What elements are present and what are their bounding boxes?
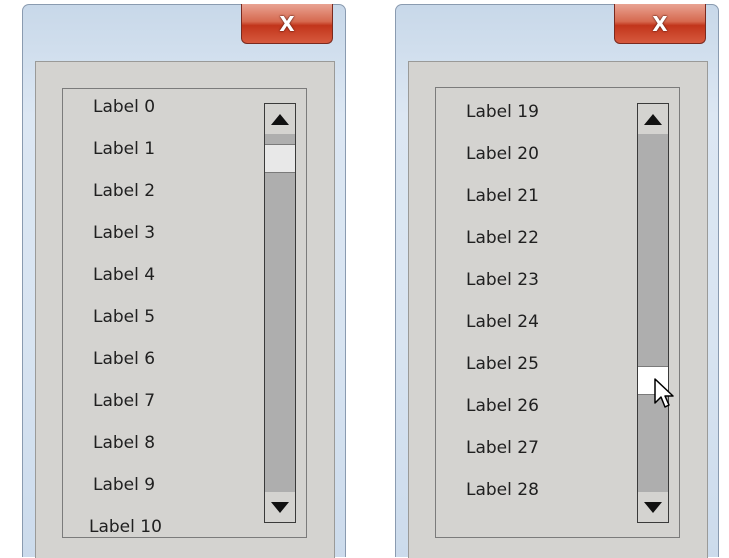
list-item: Label 8 [93, 433, 156, 453]
list-item: Label 28 [466, 480, 539, 500]
list-item: Label 5 [93, 307, 156, 327]
list-item: Label 20 [466, 144, 539, 164]
scroll-down-button[interactable] [265, 492, 295, 522]
scroll-pane: Label 19 Label 20 Label 21 Label 22 Labe… [435, 87, 680, 538]
list-item: Label 9 [93, 475, 156, 495]
scrollbar-thumb[interactable] [265, 144, 295, 173]
frame-window-2: X Label 19 Label 20 Label 21 Label 22 La… [395, 4, 719, 558]
list-item: Label 6 [93, 349, 156, 369]
close-button[interactable]: X [241, 4, 333, 44]
list-item: Label 7 [93, 391, 156, 411]
list-item: Label 22 [466, 228, 539, 248]
close-icon: X [652, 11, 668, 36]
list-item: Label 24 [466, 312, 539, 332]
scroll-pane: Label 0 Label 1 Label 2 Label 3 Label 4 … [62, 88, 307, 538]
frame-window-1: X Label 0 Label 1 Label 2 Label 3 Label … [22, 4, 346, 558]
scrollbar-thumb[interactable] [638, 366, 668, 395]
scroll-up-button[interactable] [638, 104, 668, 134]
list-item: Label 1 [93, 139, 156, 159]
list-item: Label 0 [93, 97, 156, 117]
list-item: Label 27 [466, 438, 539, 458]
list-item: Label 23 [466, 270, 539, 290]
arrow-down-icon [271, 501, 289, 513]
arrow-down-icon [644, 501, 662, 513]
content-panel: Label 19 Label 20 Label 21 Label 22 Labe… [408, 61, 708, 558]
list-item: Label 21 [466, 186, 539, 206]
scroll-down-button[interactable] [638, 492, 668, 522]
list-item: Label 4 [93, 265, 156, 285]
list-item: Label 3 [93, 223, 156, 243]
list-item: Label 25 [466, 354, 539, 374]
list-item: Label 26 [466, 396, 539, 416]
arrow-up-icon [644, 113, 662, 125]
vertical-scrollbar[interactable] [264, 103, 296, 523]
close-button[interactable]: X [614, 4, 706, 44]
list-item: Label 19 [466, 102, 539, 122]
list-item: Label 2 [93, 181, 156, 201]
arrow-up-icon [271, 113, 289, 125]
list-item: Label 10 [89, 517, 162, 537]
close-icon: X [279, 11, 295, 36]
content-panel: Label 0 Label 1 Label 2 Label 3 Label 4 … [35, 61, 335, 558]
scroll-up-button[interactable] [265, 104, 295, 134]
vertical-scrollbar[interactable] [637, 103, 669, 523]
